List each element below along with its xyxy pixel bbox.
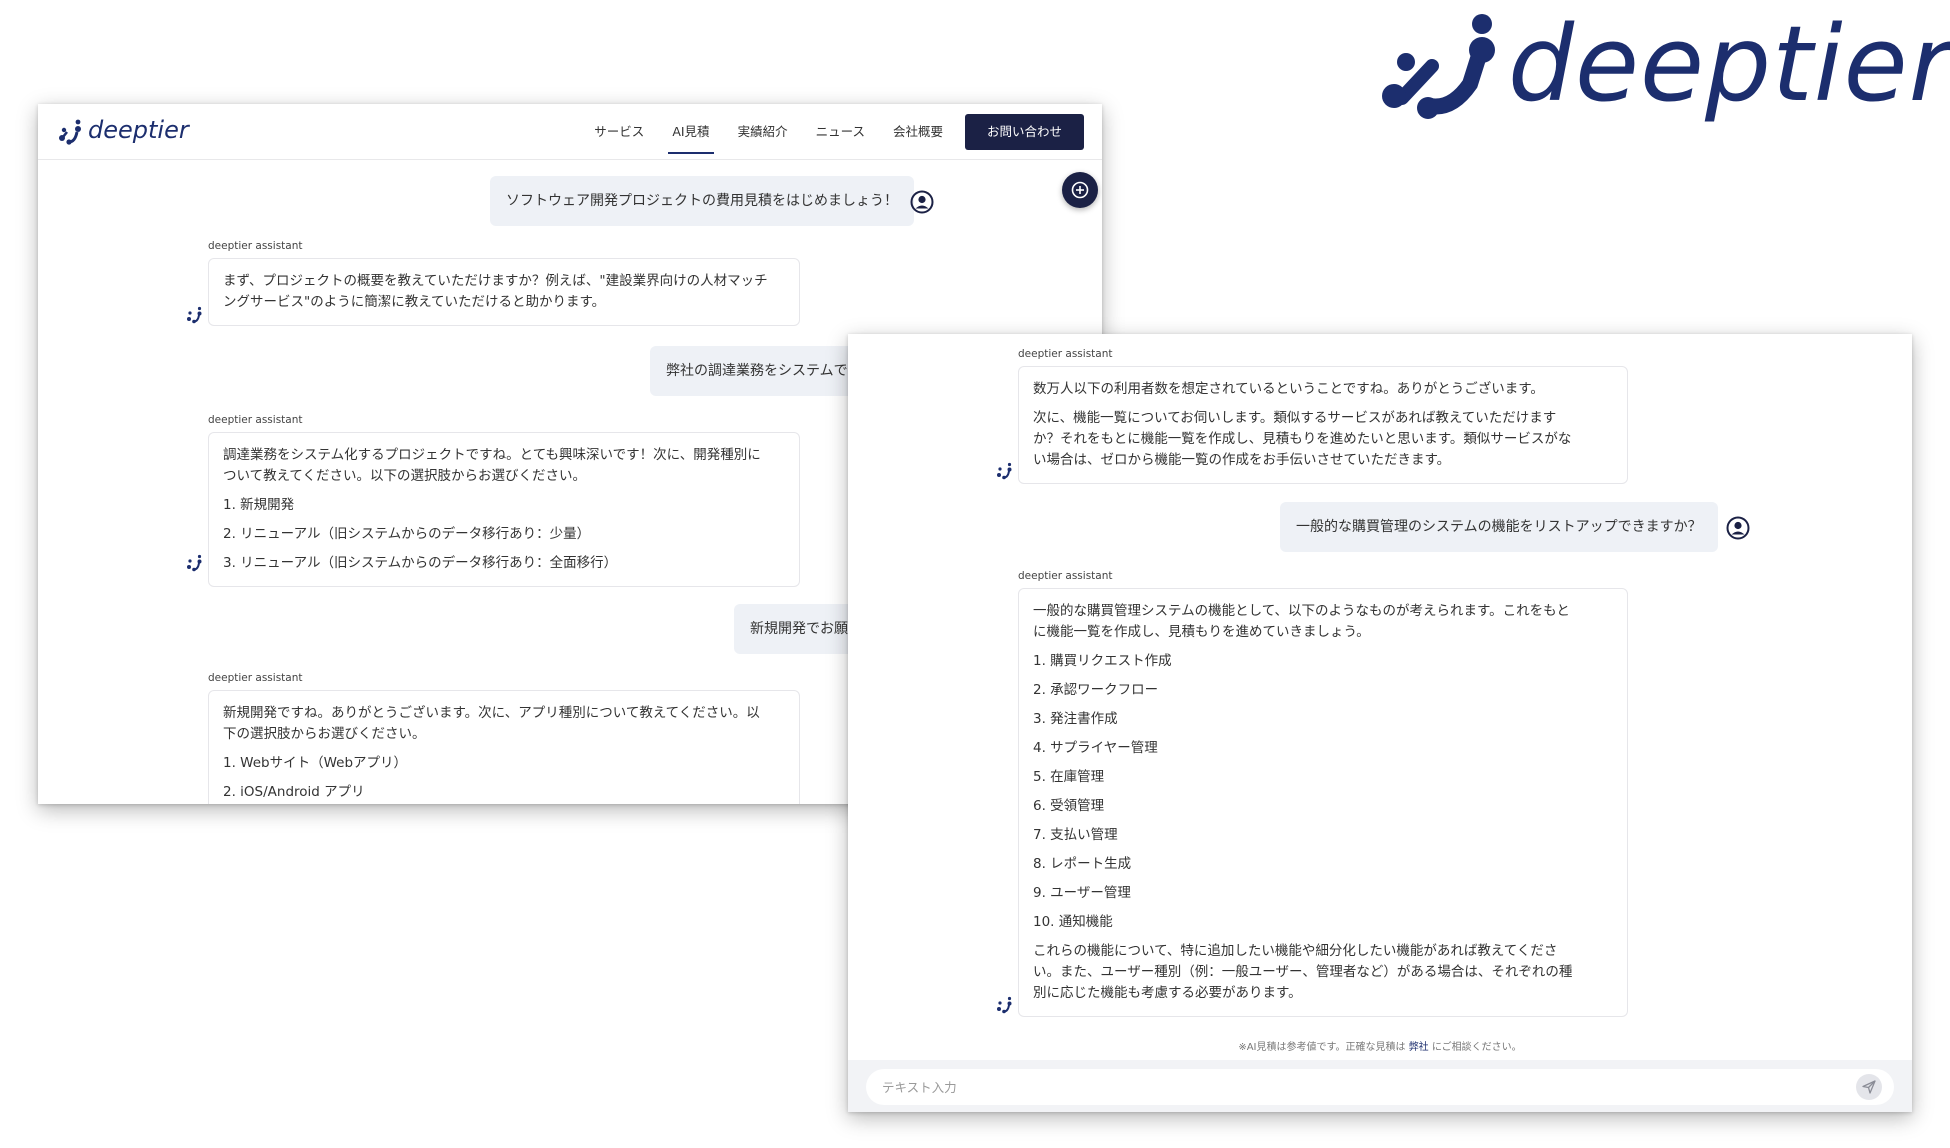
new-chat-button[interactable] — [1062, 172, 1098, 208]
feature-item: 9. ユーザー管理 — [1033, 885, 1131, 901]
send-button[interactable] — [1856, 1074, 1882, 1100]
assistant-avatar-icon — [997, 996, 1012, 1014]
navbar: deeptier サービス AI見積 実績紹介 ニュース 会社概要 お問い合わせ — [38, 104, 1102, 160]
nav-links: サービス AI見積 実績紹介 ニュース 会社概要 お問い合わせ — [580, 114, 1084, 154]
assistant-message: 調達業務をシステム化するプロジェクトですね。とても興味深いです！次に、開発種別に… — [208, 432, 800, 587]
feature-item: 10. 通知機能 — [1033, 914, 1113, 930]
assistant-label: deeptier assistant — [208, 672, 303, 684]
assistant-avatar-icon — [997, 462, 1012, 480]
deeptier-logo-icon — [59, 119, 81, 145]
message-line: まず、プロジェクトの概要を教えていただけますか？例えば、"建設業界向けの人材マッ… — [223, 273, 768, 289]
assistant-message: 新規開発ですね。ありがとうございます。次に、アプリ種別について教えてください。以… — [208, 690, 800, 804]
nav-wordmark: deeptier — [88, 116, 189, 144]
message-line: ついて教えてください。以下の選択肢からお選びください。 — [223, 468, 587, 484]
nav-link-company[interactable]: 会社概要 — [879, 114, 957, 150]
message-line: 調達業務をシステム化するプロジェクトですね。とても興味深いです！次に、開発種別に — [223, 447, 761, 463]
assistant-avatar-icon — [187, 306, 202, 324]
feature-item: 8. レポート生成 — [1033, 856, 1132, 872]
feature-item: 4. サプライヤー管理 — [1033, 740, 1158, 756]
deeptier-logo-icon — [1382, 14, 1495, 119]
option-item: 1. 新規開発 — [223, 497, 295, 513]
message-line: ングサービス"のように簡潔に教えていただけると助かります。 — [223, 294, 606, 310]
message-line: 一般的な購買管理システムの機能として、以下のようなものが考えられます。これをもと — [1033, 603, 1570, 619]
assistant-label: deeptier assistant — [208, 414, 303, 426]
assistant-message: 一般的な購買管理システムの機能として、以下のようなものが考えられます。これをもと… — [1018, 588, 1628, 1017]
feature-item: 1. 購買リクエスト作成 — [1033, 653, 1172, 669]
brand-wordmark: deeptier — [1508, 3, 1950, 125]
message-line: 新規開発ですね。ありがとうございます。次に、アプリ種別について教えてください。以 — [223, 705, 760, 721]
assistant-label: deeptier assistant — [1018, 570, 1113, 582]
user-avatar-icon — [1726, 516, 1750, 540]
estimate-disclaimer: ※AI見積は参考値です。正確な見積は 弊社 にご相談ください。 — [848, 1038, 1912, 1053]
nav-link-services[interactable]: サービス — [580, 114, 658, 150]
message-line: に機能一覧を作成し、見積もりを進めていきましょう。 — [1033, 624, 1370, 640]
message-line: い。また、ユーザー種別（例：一般ユーザー、管理者など）がある場合は、それぞれの種 — [1033, 964, 1573, 980]
user-message: ソフトウェア開発プロジェクトの費用見積をはじめましょう！ — [490, 176, 914, 226]
assistant-message: 数万人以下の利用者数を想定されているということですね。ありがとうございます。 次… — [1018, 366, 1628, 484]
user-avatar-icon — [910, 190, 934, 214]
option-item: 3. リニューアル（旧システムからのデータ移行あり：全面移行） — [223, 555, 618, 571]
message-line: 次に、機能一覧についてお伺いします。類似するサービスがあれば教えていただけます — [1033, 410, 1557, 426]
user-message: 一般的な購買管理のシステムの機能をリストアップできますか？ — [1280, 502, 1718, 552]
chat-input-area — [848, 1060, 1912, 1112]
nav-link-news[interactable]: ニュース — [802, 114, 879, 150]
message-line: 下の選択肢からお選びください。 — [223, 726, 426, 742]
chat-input[interactable] — [866, 1069, 1894, 1105]
feature-item: 7. 支払い管理 — [1033, 827, 1118, 843]
message-line: 数万人以下の利用者数を想定されているということですね。ありがとうございます。 — [1033, 381, 1544, 397]
option-item: 2. リニューアル（旧システムからのデータ移行あり：少量） — [223, 526, 591, 542]
feature-item: 2. 承認ワークフロー — [1033, 682, 1159, 698]
assistant-avatar-icon — [187, 554, 202, 572]
assistant-message: まず、プロジェクトの概要を教えていただけますか？例えば、"建設業界向けの人材マッ… — [208, 258, 800, 326]
contact-button[interactable]: お問い合わせ — [964, 114, 1084, 150]
assistant-label: deeptier assistant — [1018, 348, 1113, 360]
option-item: 2. iOS/Android アプリ — [223, 784, 365, 800]
feature-item: 6. 受領管理 — [1033, 798, 1105, 814]
feature-item: 5. 在庫管理 — [1033, 769, 1105, 785]
contact-link[interactable]: 弊社 — [1409, 1042, 1429, 1053]
nav-link-works[interactable]: 実績紹介 — [724, 114, 802, 150]
assistant-label: deeptier assistant — [208, 240, 303, 252]
nav-link-ai-estimate[interactable]: AI見積 — [658, 114, 723, 154]
send-icon — [1862, 1080, 1876, 1094]
disclaimer-text: ※AI見積は参考値です。正確な見積は — [1238, 1042, 1409, 1053]
option-item: 1. Webサイト（Webアプリ） — [223, 755, 408, 771]
chat-window-right: deeptier assistant 数万人以下の利用者数を想定されているという… — [848, 334, 1912, 1112]
disclaimer-text: にご相談ください。 — [1428, 1042, 1522, 1053]
feature-item: 3. 発注書作成 — [1033, 711, 1118, 727]
brand-logo-large: deeptier — [1382, 6, 1950, 146]
message-line: これらの機能について、特に追加したい機能や細分化したい機能があれば教えてくださ — [1033, 943, 1558, 959]
message-line: か？それをもとに機能一覧を作成し、見積もりを進めたいと思います。類似サービスがな — [1033, 431, 1572, 447]
message-line: い場合は、ゼロから機能一覧の作成をお手伝いさせていただきます。 — [1033, 452, 1451, 468]
message-line: 別に応じた機能も考慮する必要があります。 — [1033, 985, 1302, 1001]
plus-circle-icon — [1071, 181, 1089, 199]
